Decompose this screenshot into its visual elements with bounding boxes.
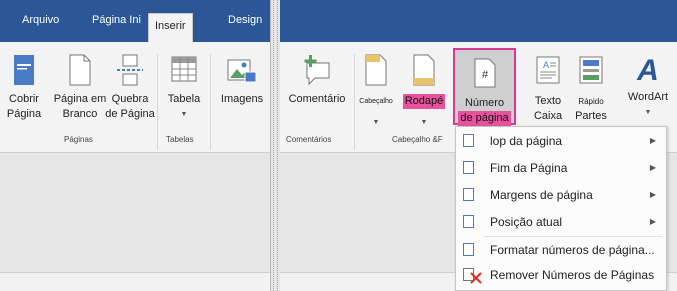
pagina-em-branco-label-1: Página em [53, 93, 107, 105]
numero-label-1: Número [464, 97, 505, 109]
cover-page-icon [14, 55, 34, 85]
page-break-icon [117, 54, 143, 86]
text-box-icon: A [536, 56, 560, 84]
menu-item-label: lop da página [490, 134, 563, 148]
rapido-label-2: Partes [575, 110, 607, 122]
group-label-comentarios: Comentários [286, 135, 332, 144]
tabela-label: Tabela [167, 93, 201, 105]
svg-text:A: A [636, 54, 659, 84]
group-separator [354, 54, 355, 150]
svg-text:#: # [481, 69, 488, 81]
tabela-button[interactable]: Tabela ▼ [164, 54, 204, 122]
menu-item-fim-da-pagina[interactable]: Fim da Página ▶ [456, 157, 666, 179]
pane-dotted-separator [273, 0, 274, 291]
page-margin-number-icon [463, 188, 474, 201]
table-icon [171, 56, 197, 82]
quebra-de-pagina-button[interactable]: Quebra de Página [104, 54, 156, 122]
cabecalho-button[interactable]: Cabeçalho ▼ [358, 54, 394, 130]
submenu-arrow-icon: ▶ [649, 217, 656, 226]
menu-separator [484, 236, 662, 237]
group-separator [210, 54, 211, 150]
texto-label-2: Caixa [533, 110, 563, 122]
status-strip [0, 272, 270, 291]
header-icon [365, 54, 387, 86]
cabecalho-label: Cabeçalho [359, 98, 393, 105]
cabecalho-dropdown-caret[interactable]: ▼ [358, 115, 394, 130]
rapido-label-1: Rápido [578, 97, 604, 106]
svg-text:A: A [543, 60, 549, 70]
submenu-arrow-icon: ▶ [649, 163, 656, 172]
wordart-dropdown-caret[interactable]: ▼ [620, 105, 676, 120]
cobrir-label-2: Página [6, 108, 42, 120]
submenu-arrow-icon: ▶ [649, 136, 656, 145]
cobrir-pagina-button[interactable]: Cobrir Página [2, 54, 46, 122]
quebra-label-2: de Página [105, 108, 155, 120]
menu-item-posicao-atual[interactable]: Posição atual ▶ [456, 211, 666, 233]
footer-icon [413, 54, 435, 86]
quebra-label-1: Quebra [111, 93, 149, 105]
pagina-em-branco-label-2: Branco [62, 108, 98, 120]
pane-divider [270, 0, 271, 291]
menu-item-label: Remover Números de Páginas [490, 268, 655, 282]
rodape-label: Rodapé [402, 94, 446, 109]
page-top-number-icon [463, 134, 474, 147]
menu-item-remover-numeros[interactable]: Remover Números de Páginas [456, 264, 666, 286]
rodape-button[interactable]: Rodapé ▼ [396, 54, 452, 130]
comentario-button[interactable]: Comentário [282, 54, 352, 107]
imagens-label: Imagens [220, 93, 264, 105]
page-current-number-icon [463, 215, 474, 228]
comment-icon [304, 55, 330, 86]
menu-item-label: Fim da Página [490, 161, 568, 175]
menu-item-label: Posição atual [490, 215, 563, 229]
group-separator [157, 54, 158, 150]
imagens-button[interactable]: Imagens [218, 54, 266, 107]
menu-item-topo-da-pagina[interactable]: lop da página ▶ [456, 130, 666, 152]
tab-inserir[interactable]: Inserir [148, 13, 193, 43]
tab-design[interactable]: Design [228, 14, 262, 26]
wordart-button[interactable]: A WordArt ▼ [620, 54, 676, 120]
remove-x-icon [470, 272, 482, 284]
blank-page-icon [69, 54, 91, 86]
cobrir-label-1: Cobrir [9, 93, 39, 105]
tabela-dropdown-caret[interactable]: ▼ [164, 107, 204, 122]
numero-de-pagina-button[interactable]: # Número de página [453, 48, 516, 126]
format-page-numbers-icon [463, 243, 474, 256]
wordart-icon: A [636, 54, 659, 84]
wordart-label: WordArt [627, 91, 669, 103]
menu-item-margens-de-pagina[interactable]: Margens de página ▶ [456, 184, 666, 206]
page-number-icon: # [474, 58, 495, 88]
pane-dotted-separator [277, 0, 278, 291]
group-label-tabelas: Tabelas [166, 135, 194, 144]
partes-rapidas-button[interactable]: Rápido Partes [570, 54, 612, 124]
quick-parts-icon [579, 56, 603, 84]
group-label-paginas: Páginas [64, 135, 93, 144]
rodape-dropdown-caret[interactable]: ▼ [396, 115, 452, 130]
page-bottom-number-icon [463, 161, 474, 174]
menu-item-label: Formatar números de página... [490, 243, 655, 257]
tab-pagina-inicial[interactable]: Página Ini [92, 14, 141, 26]
group-label-cabecalho-rodape: Cabeçalho &F [392, 135, 443, 144]
texto-label-1: Texto [534, 95, 562, 107]
pictures-icon [227, 59, 257, 83]
tab-arquivo[interactable]: Arquivo [22, 14, 59, 26]
document-area [0, 153, 270, 291]
submenu-arrow-icon: ▶ [649, 190, 656, 199]
caixa-de-texto-button[interactable]: A Texto Caixa [528, 54, 568, 124]
left-pane: Arquivo Página Ini Inserir Design Cobrir… [0, 0, 270, 291]
pagina-em-branco-button[interactable]: Página em Branco [50, 54, 110, 122]
comentario-label: Comentário [288, 93, 346, 105]
menu-item-formatar-numeros[interactable]: Formatar números de página... [456, 239, 666, 261]
ribbon-tab-bar [280, 0, 677, 42]
menu-item-label: Margens de página [490, 188, 593, 202]
numero-label-2: de página [458, 111, 511, 126]
page-number-menu: lop da página ▶ Fim da Página ▶ Margens … [455, 126, 667, 291]
